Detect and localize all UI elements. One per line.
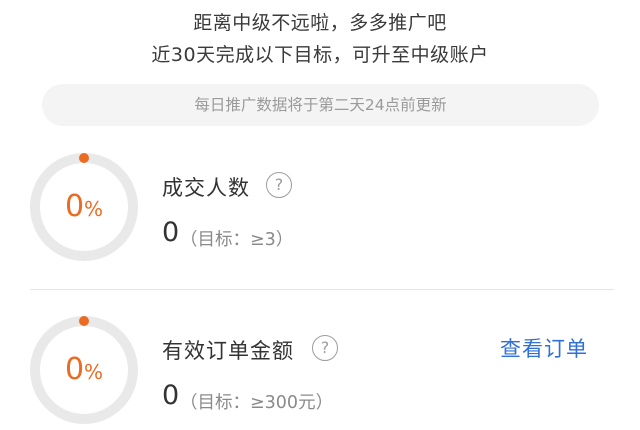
metric-label-order-amount: 有效订单金额 — [162, 339, 294, 363]
question-circle-icon[interactable]: ? — [266, 172, 292, 198]
progress-ring-buyers: 0% — [29, 152, 139, 262]
header-line-1: 距离中级不远啦，多多推广吧 — [193, 12, 447, 34]
metric-value-order-amount: 0 — [162, 380, 180, 411]
update-notice: 每日推广数据将于第二天24点前更新 — [42, 84, 599, 126]
progress-ring-order-amount: 0% — [29, 315, 139, 425]
metric-target-order-amount: （目标：≥300元） — [180, 393, 334, 413]
percent-sign: % — [84, 360, 104, 384]
percent-sign: % — [84, 197, 104, 221]
percent-number: 0 — [64, 189, 85, 224]
metric-label-buyers: 成交人数 — [162, 176, 250, 200]
section-divider — [30, 289, 614, 290]
metric-value-buyers: 0 — [162, 217, 180, 248]
progress-percent: 0% — [29, 315, 139, 425]
progress-percent: 0% — [29, 152, 139, 262]
view-orders-link[interactable]: 查看订单 — [500, 333, 588, 363]
percent-number: 0 — [64, 352, 85, 387]
metric-target-buyers: （目标：≥3） — [180, 230, 294, 250]
question-circle-icon[interactable]: ? — [312, 335, 338, 361]
header-line-2: 近30天完成以下目标，可升至中级账户 — [151, 44, 489, 66]
upgrade-progress-page: 距离中级不远啦，多多推广吧 近30天完成以下目标，可升至中级账户 每日推广数据将… — [0, 0, 640, 430]
